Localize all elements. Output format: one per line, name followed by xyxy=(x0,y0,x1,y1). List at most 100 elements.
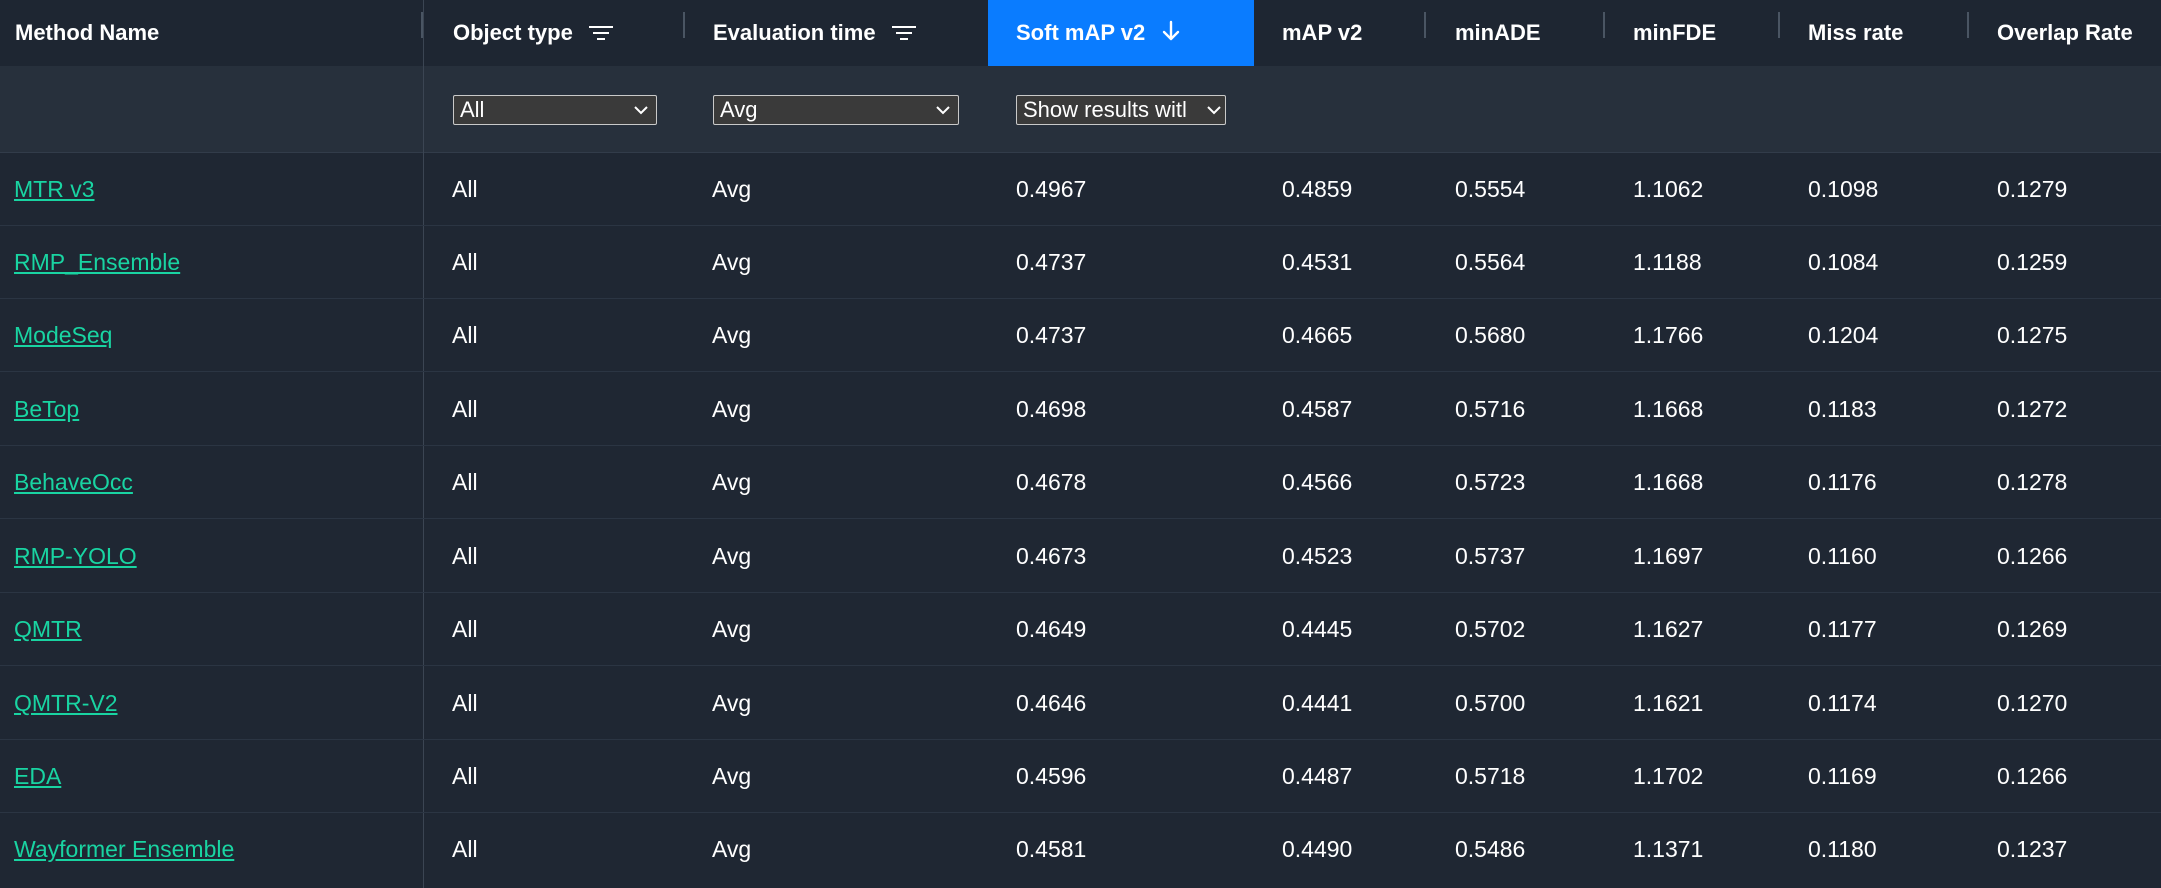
method-name-link[interactable]: QMTR-V2 xyxy=(14,667,118,740)
column-header-label: Method Name xyxy=(15,20,160,45)
map-v2-cell: 0.4531 xyxy=(1282,249,1353,275)
table-row[interactable]: QMTR All Avg 0.4649 0.4445 0.5702 1.1627… xyxy=(0,593,2161,666)
map-v2-cell: 0.4441 xyxy=(1282,690,1353,716)
soft-map-v2-cell: 0.4678 xyxy=(1016,469,1087,495)
column-header-label: mAP v2 xyxy=(1282,20,1363,45)
select-value: Avg xyxy=(720,97,758,122)
select-value: Show results witl xyxy=(1023,97,1187,122)
method-name-link[interactable]: RMP-YOLO xyxy=(14,520,137,593)
column-header-row: Method Name Object type Evaluation time … xyxy=(0,0,2161,67)
minfde-cell: 1.1697 xyxy=(1633,543,1704,569)
column-header-method-name[interactable]: Method Name xyxy=(0,0,423,66)
evaluation-time-cell: Avg xyxy=(712,322,752,348)
method-name-link[interactable]: Wayformer Ensemble xyxy=(14,813,234,886)
table-row[interactable]: EDA All Avg 0.4596 0.4487 0.5718 1.1702 … xyxy=(0,740,2161,813)
column-header-soft-map-v2[interactable]: Soft mAP v2 xyxy=(988,0,1254,66)
table-row[interactable]: BehaveOcc All Avg 0.4678 0.4566 0.5723 1… xyxy=(0,446,2161,519)
table-row[interactable]: RMP_Ensemble All Avg 0.4737 0.4531 0.556… xyxy=(0,226,2161,299)
object-type-cell: All xyxy=(452,616,478,642)
evaluation-time-cell: Avg xyxy=(712,616,752,642)
soft-map-v2-cell: 0.4967 xyxy=(1016,176,1087,202)
column-header-label: minFDE xyxy=(1633,20,1717,45)
object-type-cell: All xyxy=(452,836,478,862)
method-name-link[interactable]: RMP_Ensemble xyxy=(14,226,180,299)
minade-cell: 0.5716 xyxy=(1455,396,1526,422)
leaderboard-grid: Method Name Object type Evaluation time … xyxy=(0,0,2161,888)
overlap-rate-cell: 0.1269 xyxy=(1997,616,2068,642)
object-type-cell: All xyxy=(452,249,478,275)
object-type-cell: All xyxy=(452,322,478,348)
method-name-link[interactable]: MTR v3 xyxy=(14,153,95,226)
overlap-rate-cell: 0.1279 xyxy=(1997,176,2068,202)
overlap-rate-cell: 0.1275 xyxy=(1997,322,2068,348)
table-row[interactable]: ModeSeq All Avg 0.4737 0.4665 0.5680 1.1… xyxy=(0,299,2161,372)
table-row[interactable]: Wayformer Ensemble All Avg 0.4581 0.4490… xyxy=(0,813,2161,888)
minade-cell: 0.5702 xyxy=(1455,616,1526,642)
object-type-cell: All xyxy=(452,543,478,569)
column-header-miss-rate[interactable]: Miss rate xyxy=(1780,0,1967,66)
minfde-cell: 1.1188 xyxy=(1633,249,1702,275)
table-row[interactable]: MTR v3 All Avg 0.4967 0.4859 0.5554 1.10… xyxy=(0,153,2161,226)
overlap-rate-cell: 0.1266 xyxy=(1997,543,2068,569)
miss-rate-cell: 0.1177 xyxy=(1808,616,1877,642)
arrow-down-icon[interactable] xyxy=(1161,20,1181,47)
object-type-cell: All xyxy=(452,396,478,422)
soft-map-v2-cell: 0.4698 xyxy=(1016,396,1087,422)
chevron-down-icon xyxy=(936,106,950,115)
miss-rate-cell: 0.1183 xyxy=(1808,396,1877,422)
table-row[interactable]: BeTop All Avg 0.4698 0.4587 0.5716 1.166… xyxy=(0,373,2161,446)
miss-rate-cell: 0.1174 xyxy=(1808,690,1877,716)
overlap-rate-cell: 0.1270 xyxy=(1997,690,2068,716)
chevron-down-icon xyxy=(1207,106,1221,115)
select-value: All xyxy=(460,97,485,122)
minfde-cell: 1.1627 xyxy=(1633,616,1704,642)
map-v2-cell: 0.4566 xyxy=(1282,469,1353,495)
table-row[interactable]: RMP-YOLO All Avg 0.4673 0.4523 0.5737 1.… xyxy=(0,520,2161,593)
column-header-label: minADE xyxy=(1455,20,1541,45)
method-name-link[interactable]: BeTop xyxy=(14,373,79,446)
evaluation-time-cell: Avg xyxy=(712,836,752,862)
table-row[interactable]: QMTR-V2 All Avg 0.4646 0.4441 0.5700 1.1… xyxy=(0,667,2161,740)
map-v2-cell: 0.4523 xyxy=(1282,543,1353,569)
overlap-rate-cell: 0.1278 xyxy=(1997,469,2068,495)
minade-cell: 0.5737 xyxy=(1455,543,1526,569)
column-header-evaluation-time[interactable]: Evaluation time xyxy=(684,0,988,66)
object-type-cell: All xyxy=(452,763,478,789)
overlap-rate-cell: 0.1237 xyxy=(1997,836,2068,862)
column-header-overlap-rate[interactable]: Overlap Rate xyxy=(1969,0,2161,66)
evaluation-time-cell: Avg xyxy=(712,249,752,275)
column-header-object-type[interactable]: Object type xyxy=(424,0,684,66)
method-name-link[interactable]: BehaveOcc xyxy=(14,446,133,519)
column-header-minfde[interactable]: minFDE xyxy=(1605,0,1779,66)
filter-icon[interactable] xyxy=(891,23,916,43)
object-type-filter-select[interactable]: All xyxy=(453,95,657,125)
column-header-map-v2[interactable]: mAP v2 xyxy=(1254,0,1424,66)
minfde-cell: 1.1702 xyxy=(1633,763,1704,789)
minfde-cell: 1.1766 xyxy=(1633,322,1704,348)
method-name-link[interactable]: ModeSeq xyxy=(14,299,112,372)
column-header-label: Miss rate xyxy=(1808,20,1904,45)
soft-map-v2-cell: 0.4596 xyxy=(1016,763,1087,789)
map-v2-cell: 0.4665 xyxy=(1282,322,1353,348)
soft-map-v2-cell: 0.4646 xyxy=(1016,690,1087,716)
miss-rate-cell: 0.1204 xyxy=(1808,322,1879,348)
filter-icon[interactable] xyxy=(588,23,613,43)
method-name-link[interactable]: EDA xyxy=(14,740,61,813)
column-header-label: Object type xyxy=(453,20,573,45)
object-type-cell: All xyxy=(452,690,478,716)
overlap-rate-cell: 0.1272 xyxy=(1997,396,2068,422)
column-header-minade[interactable]: minADE xyxy=(1426,0,1604,66)
object-type-cell: All xyxy=(452,469,478,495)
method-name-link[interactable]: QMTR xyxy=(14,593,82,666)
evaluation-time-filter-select[interactable]: Avg xyxy=(713,95,959,125)
chevron-down-icon xyxy=(634,106,648,115)
minade-cell: 0.5554 xyxy=(1455,176,1526,202)
map-v2-cell: 0.4445 xyxy=(1282,616,1353,642)
evaluation-time-cell: Avg xyxy=(712,763,752,789)
map-v2-cell: 0.4859 xyxy=(1282,176,1353,202)
minfde-cell: 1.1621 xyxy=(1633,690,1704,716)
map-v2-cell: 0.4487 xyxy=(1282,763,1353,789)
column-header-label: Overlap Rate xyxy=(1997,20,2133,45)
miss-rate-cell: 0.1180 xyxy=(1808,836,1877,862)
soft-map-filter-select[interactable]: Show results witl xyxy=(1016,95,1226,125)
